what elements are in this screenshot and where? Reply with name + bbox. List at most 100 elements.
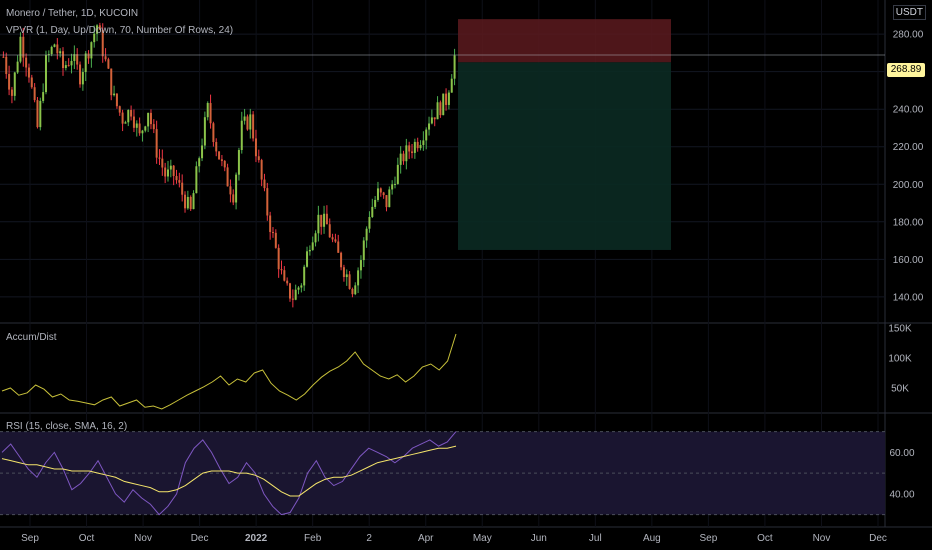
candle-body: [289, 283, 292, 299]
candle-body: [374, 199, 377, 207]
time-tick-label: Dec: [191, 533, 209, 544]
candle-body: [25, 57, 28, 68]
candle-body: [368, 217, 371, 229]
candle-body: [79, 64, 82, 85]
candle-body: [311, 242, 314, 250]
ad-tick-label: 50K: [891, 384, 909, 395]
candle-body: [59, 51, 62, 54]
rsi-tick-label: 60.00: [889, 448, 914, 459]
candle-body: [90, 42, 93, 59]
candle-body: [107, 59, 110, 69]
candle-body: [425, 129, 428, 141]
candle-body: [297, 287, 300, 290]
candle-body: [399, 153, 402, 165]
time-tick-label: Aug: [643, 533, 661, 544]
candle-body: [144, 126, 147, 131]
candle-body: [269, 215, 272, 232]
time-axis[interactable]: Sep Oct Nov Dec 2022 Feb 2 Apr May Jun Jul Aug Sep Oc…: [21, 533, 887, 544]
candle-body: [453, 55, 456, 79]
candle-body: [365, 228, 368, 241]
candle-body: [306, 251, 309, 267]
candle-body: [379, 188, 382, 193]
candle-body: [413, 141, 416, 153]
candle-body: [192, 193, 195, 210]
candle-body: [342, 267, 345, 278]
time-tick-label: Dec: [869, 533, 887, 544]
candle-body: [195, 166, 198, 194]
candle-body: [376, 188, 379, 200]
candle-body: [212, 123, 215, 143]
rsi-label[interactable]: RSI (15, close, SMA, 16, 2): [6, 421, 127, 432]
candle-body: [388, 189, 391, 208]
candle-body: [317, 214, 320, 234]
candle-body: [260, 160, 263, 180]
candle-body: [209, 103, 212, 124]
candle-body: [314, 233, 317, 243]
candle-body: [206, 103, 209, 118]
candle-body: [223, 160, 226, 168]
candle-body: [422, 140, 425, 146]
candle-body: [19, 36, 22, 62]
candle-body: [22, 36, 25, 58]
candle-body: [203, 117, 206, 146]
candle-body: [132, 116, 135, 128]
candle-body: [118, 106, 121, 113]
candle-body: [149, 112, 152, 125]
candle-body: [198, 158, 201, 167]
candle-body: [42, 92, 45, 101]
candle-body: [169, 165, 172, 170]
candle-body: [84, 53, 87, 73]
candle-body: [121, 112, 124, 124]
candle-body: [436, 102, 439, 120]
candle-body: [53, 44, 56, 47]
candle-body: [172, 165, 175, 177]
candle-body: [354, 285, 357, 295]
currency-selector[interactable]: USDT: [892, 5, 926, 20]
candle-body: [56, 44, 59, 54]
time-tick-label: Feb: [304, 533, 322, 544]
candle-body: [235, 174, 238, 203]
candle-body: [5, 56, 8, 74]
candle-body: [385, 195, 388, 208]
price-tick-label: 140.00: [893, 292, 924, 303]
candle-body: [81, 72, 84, 85]
candle-body: [271, 231, 274, 233]
candle-body: [396, 164, 399, 184]
candle-body: [254, 138, 257, 157]
accum-dist-label[interactable]: Accum/Dist: [6, 332, 57, 343]
candle-body: [263, 179, 266, 189]
candle-body: [340, 252, 343, 268]
candle-body: [166, 169, 169, 177]
stop-loss-zone: [458, 19, 671, 63]
candle-body: [393, 183, 396, 185]
candle-body: [246, 116, 249, 130]
candle-body: [334, 239, 337, 242]
candle-body: [308, 249, 311, 252]
ad-tick-label: 100K: [888, 354, 912, 365]
candle-body: [62, 51, 65, 69]
vpvr-indicator-label[interactable]: VPVR (1, Day, Up/Down, 70, Number Of Row…: [6, 25, 233, 36]
candle-body: [402, 153, 405, 162]
candle-body: [257, 156, 260, 161]
chart-canvas[interactable]: 280.00 2 60.00 240.00 220.00 200.00 180.00 160.…: [0, 0, 932, 550]
candle-body: [44, 55, 47, 93]
candle-body: [215, 142, 218, 152]
candle-body: [189, 196, 192, 210]
candle-body: [351, 288, 354, 295]
candle-body: [175, 176, 178, 181]
candle-body: [300, 285, 303, 288]
candle-body: [87, 53, 90, 59]
candle-body: [337, 241, 340, 253]
candle-body: [226, 167, 229, 187]
candle-body: [237, 150, 240, 175]
candle-body: [274, 232, 277, 248]
time-tick-label: 2022: [245, 533, 268, 544]
chart-title[interactable]: Monero / Tether, 1D, KUCOIN: [6, 8, 138, 19]
candle-body: [391, 184, 394, 190]
candle-body: [10, 89, 13, 96]
price-axis[interactable]: 280.00260.00240.00220.00200.00180.00160.…: [888, 30, 923, 501]
time-tick-label: Oct: [757, 533, 773, 544]
last-price-badge: 268.89: [887, 63, 925, 77]
candle-body: [76, 54, 79, 65]
candle-body: [283, 270, 286, 281]
